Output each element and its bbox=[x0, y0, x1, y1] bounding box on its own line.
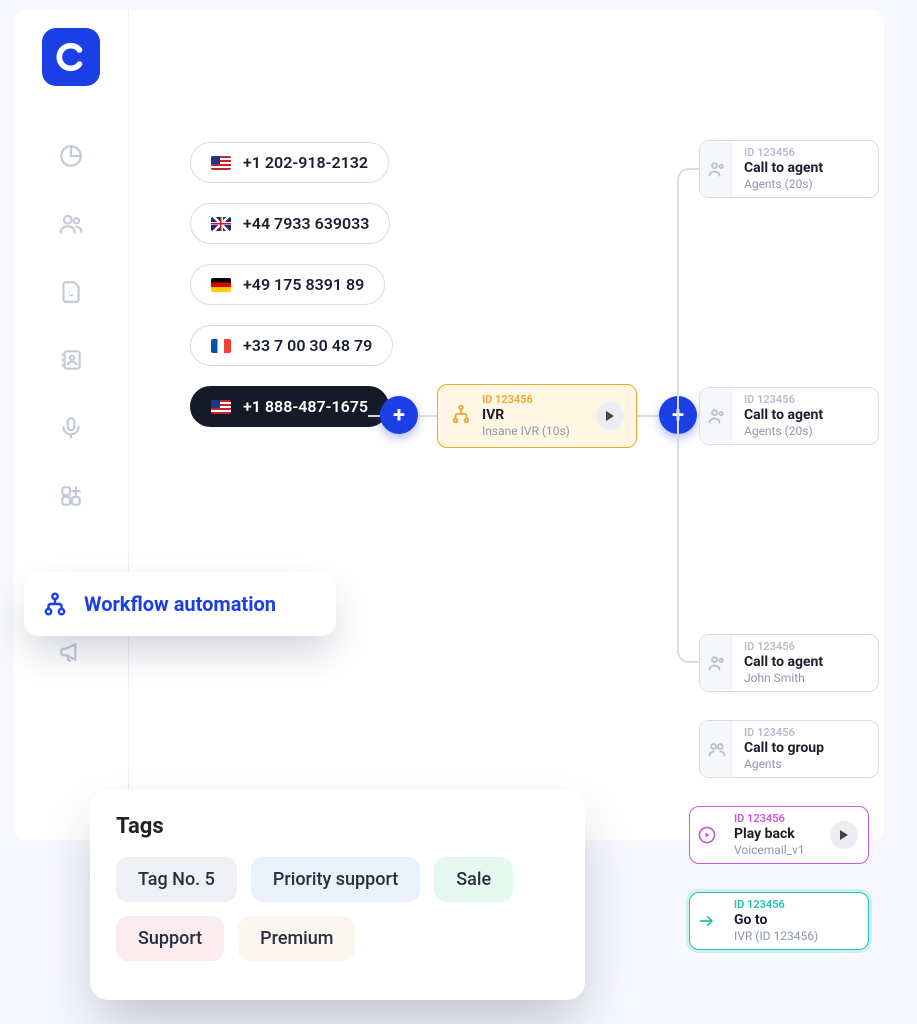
tags-panel: Tags Tag No. 5 Priority support Sale Sup… bbox=[90, 790, 585, 1000]
node-id: ID 123456 bbox=[734, 898, 858, 912]
phone-number-us-2-selected[interactable]: +1 888-487-1675 bbox=[190, 386, 389, 427]
node-call-to-agent-3[interactable]: ID 123456 Call to agent John Smith bbox=[699, 634, 879, 692]
tags-list: Tag No. 5 Priority support Sale Support … bbox=[116, 857, 559, 961]
phone-number-uk[interactable]: +44 7933 639033 bbox=[190, 203, 390, 244]
phone-number-text: +1 202-918-2132 bbox=[243, 153, 368, 172]
node-id: ID 123456 bbox=[744, 726, 868, 740]
nav-widgets[interactable] bbox=[57, 482, 85, 510]
node-play-back[interactable]: ID 123456 Play back Voicemail_v1 bbox=[689, 806, 869, 864]
tag-item[interactable]: Tag No. 5 bbox=[116, 857, 237, 902]
node-sub: Agents (20s) bbox=[744, 177, 868, 192]
microphone-icon bbox=[58, 415, 84, 441]
ivr-subtitle: Insane IVR (10s) bbox=[482, 424, 586, 439]
goto-arrow-icon bbox=[690, 893, 722, 949]
tag-item[interactable]: Priority support bbox=[251, 857, 420, 902]
ivr-node[interactable]: ID 123456 IVR Insane IVR (10s) bbox=[437, 384, 637, 448]
phone-number-text: +44 7933 639033 bbox=[243, 214, 369, 233]
workflow-active-label: Workflow automation bbox=[84, 592, 276, 616]
node-title: Go to bbox=[734, 912, 858, 930]
phone-number-de[interactable]: +49 175 8391 89 bbox=[190, 264, 385, 305]
agent-icon bbox=[700, 388, 732, 444]
flag-us-icon bbox=[211, 400, 231, 414]
node-title: Call to group bbox=[744, 740, 868, 758]
node-id: ID 123456 bbox=[744, 146, 868, 160]
connector-line bbox=[368, 415, 380, 417]
nav-campaigns[interactable] bbox=[57, 638, 85, 666]
workflow-tree-icon bbox=[42, 591, 68, 617]
node-title: Call to agent bbox=[744, 407, 868, 425]
logo-c-icon bbox=[54, 40, 88, 74]
flag-fr-icon bbox=[211, 339, 231, 353]
phone-number-text: +1 888-487-1675 bbox=[243, 397, 368, 416]
address-book-icon bbox=[58, 347, 84, 373]
playback-play-button[interactable] bbox=[830, 821, 858, 849]
ivr-body: ID 123456 IVR Insane IVR (10s) bbox=[482, 393, 586, 439]
ivr-id: ID 123456 bbox=[482, 393, 586, 407]
connector-bracket bbox=[677, 168, 699, 663]
pie-chart-icon bbox=[58, 143, 84, 169]
node-sub: Voicemail_v1 bbox=[734, 843, 820, 858]
phone-number-text: +49 175 8391 89 bbox=[243, 275, 364, 294]
playback-icon bbox=[690, 807, 722, 863]
widgets-add-icon bbox=[58, 483, 84, 509]
tag-item[interactable]: Sale bbox=[434, 857, 513, 902]
node-call-to-group[interactable]: ID 123456 Call to group Agents bbox=[699, 720, 879, 778]
tag-item[interactable]: Premium bbox=[238, 916, 355, 961]
connector-line bbox=[418, 415, 437, 417]
nav-directory[interactable] bbox=[57, 346, 85, 374]
node-sub: IVR (ID 123456) bbox=[734, 929, 858, 944]
megaphone-icon bbox=[58, 639, 84, 665]
node-call-to-agent-1[interactable]: ID 123456 Call to agent Agents (20s) bbox=[699, 140, 879, 198]
sidebar bbox=[14, 10, 129, 840]
phone-number-text: +33 7 00 30 48 79 bbox=[243, 336, 372, 355]
tag-item[interactable]: Support bbox=[116, 916, 224, 961]
nav-calls[interactable] bbox=[57, 278, 85, 306]
node-sub: John Smith bbox=[744, 671, 868, 686]
add-step-button-left[interactable]: + bbox=[380, 396, 418, 434]
agent-icon bbox=[700, 635, 732, 691]
file-phone-icon bbox=[58, 279, 84, 305]
node-call-to-agent-2[interactable]: ID 123456 Call to agent Agents (20s) bbox=[699, 387, 879, 445]
connector-line bbox=[637, 415, 659, 417]
sidebar-item-workflow-automation[interactable]: Workflow automation bbox=[24, 572, 336, 636]
play-icon bbox=[838, 829, 850, 841]
node-id: ID 123456 bbox=[734, 812, 820, 826]
play-icon bbox=[604, 410, 616, 422]
node-title: Play back bbox=[734, 826, 820, 844]
node-sub: Agents (20s) bbox=[744, 424, 868, 439]
nav-dashboard[interactable] bbox=[57, 142, 85, 170]
phone-number-list: +1 202-918-2132 +44 7933 639033 +49 175 … bbox=[190, 142, 393, 427]
phone-number-us-1[interactable]: +1 202-918-2132 bbox=[190, 142, 389, 183]
node-id: ID 123456 bbox=[744, 640, 868, 654]
node-title: Call to agent bbox=[744, 654, 868, 672]
nav-voice[interactable] bbox=[57, 414, 85, 442]
node-go-to[interactable]: ID 123456 Go to IVR (ID 123456) bbox=[689, 892, 869, 950]
phone-number-fr[interactable]: +33 7 00 30 48 79 bbox=[190, 325, 393, 366]
node-sub: Agents bbox=[744, 757, 868, 772]
group-icon bbox=[700, 721, 732, 777]
app-logo[interactable] bbox=[42, 28, 100, 86]
node-id: ID 123456 bbox=[744, 393, 868, 407]
flag-uk-icon bbox=[211, 217, 231, 231]
nav-contacts[interactable] bbox=[57, 210, 85, 238]
ivr-title: IVR bbox=[482, 407, 586, 425]
users-icon bbox=[58, 211, 84, 237]
ivr-tree-icon bbox=[450, 403, 472, 429]
tags-panel-title: Tags bbox=[116, 814, 559, 839]
flag-us-icon bbox=[211, 156, 231, 170]
ivr-play-button[interactable] bbox=[596, 402, 624, 430]
node-title: Call to agent bbox=[744, 160, 868, 178]
flag-de-icon bbox=[211, 278, 231, 292]
agent-icon bbox=[700, 141, 732, 197]
